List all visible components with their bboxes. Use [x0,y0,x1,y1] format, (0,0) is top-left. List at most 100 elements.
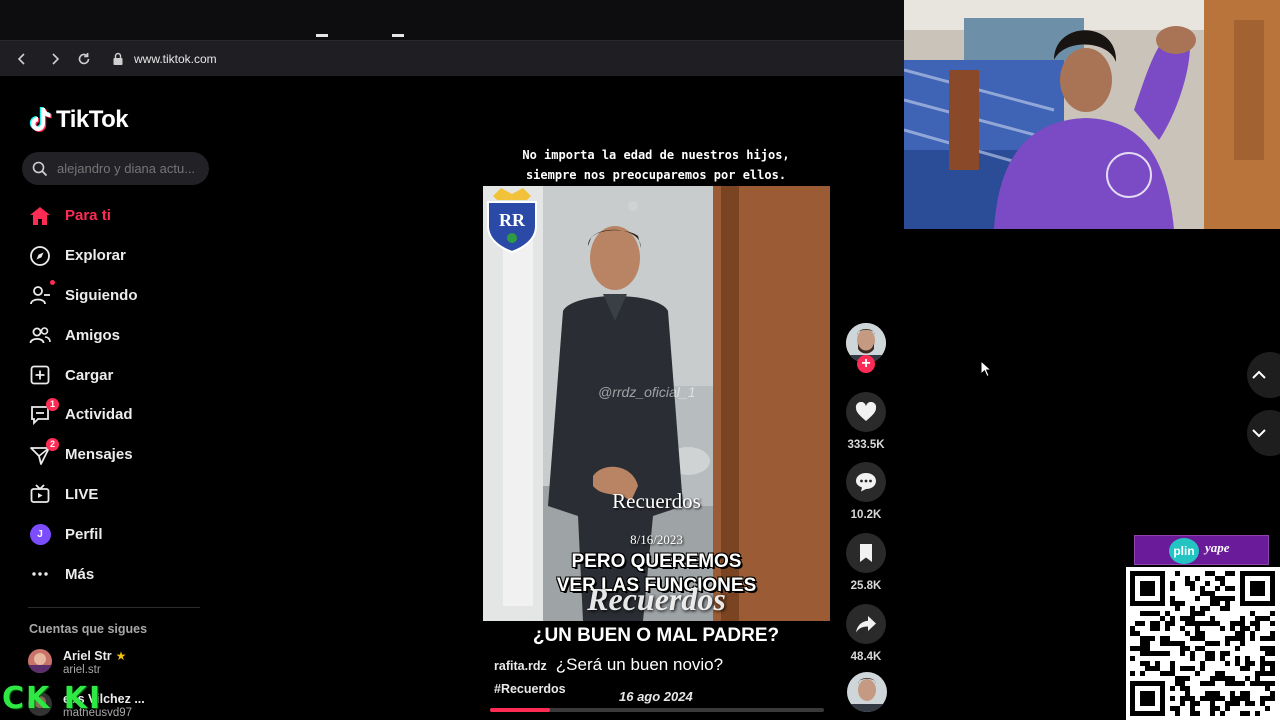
sidebar-item-label: Para ti [65,207,111,225]
sidebar-item-siguiendo[interactable]: Siguiendo [28,276,218,316]
video-progress-bar[interactable] [490,708,824,712]
tiktok-logo[interactable]: TikTok [28,104,129,136]
follow-creator-button[interactable]: + [857,355,875,373]
video-watermark: @rrdz_oficial_1 [598,384,696,400]
previous-video-button[interactable] [1247,352,1280,398]
following-handle: ariel.str [63,664,101,676]
sidebar-item-label: Explorar [65,247,126,265]
caption-line: No importa la edad de nuestros hijos, [522,148,790,162]
back-button[interactable] [13,50,31,68]
video-progress-fill [490,708,551,712]
following-name: Ariel Str [63,649,112,663]
video-top-caption: No importa la edad de nuestros hijos, si… [483,145,829,185]
sound-avatar[interactable] [847,672,887,712]
sidebar-item-mensajes[interactable]: 2 Mensajes [28,435,218,475]
chevron-up-icon [1252,370,1266,379]
search-box[interactable] [22,152,209,185]
video-player[interactable]: @rrdz_oficial_1 RR Recuerdos 8/16/2023 P… [483,186,830,621]
video-overlay-date: 8/16/2023 [630,532,683,547]
sidebar-menu: Para ti Explorar Siguiendo Amigos Cargar… [28,196,218,594]
share-button[interactable]: 48.4K [844,604,888,663]
video-hashtag[interactable]: #Recuerdos [494,682,566,696]
sidebar-item-cargar[interactable]: Cargar [28,355,218,395]
comment-icon [856,473,876,492]
forward-button[interactable] [46,50,64,68]
channel-crest-icon: RR [487,188,537,254]
chevron-down-icon [1252,429,1266,438]
comment-circle [846,462,886,502]
avatar [28,649,52,673]
tab-indicator [316,34,328,37]
lock-icon [113,52,123,65]
video-description: ¿Será un buen novio? [555,655,724,674]
sidebar-item-mas[interactable]: Más [28,554,218,594]
following-item[interactable]: Ariel Str ★ ariel.str [28,649,126,676]
video-meta: rafita.rdz ¿Será un buen novio? [494,655,723,675]
star-icon: ★ [115,649,127,663]
friends-icon [28,323,52,347]
like-count: 333.5K [847,439,885,451]
home-icon [28,204,52,228]
sidebar-item-label: Más [65,565,95,583]
sidebar-item-label: Siguiendo [65,286,138,304]
video-overlay-title: Recuerdos [612,489,701,513]
following-section-title: Cuentas que sigues [29,622,148,636]
comment-count: 10.2K [850,509,882,521]
like-button[interactable]: 333.5K [844,392,888,451]
yape-logo: yape [1205,540,1230,555]
sidebar-item-amigos[interactable]: Amigos [28,315,218,355]
search-icon [32,161,48,177]
tab-indicator [392,34,404,37]
next-video-button[interactable] [1247,410,1280,456]
video-title: ¿UN BUEN O MAL PADRE? [532,625,780,646]
url-text[interactable]: www.tiktok.com [134,52,217,66]
video-author[interactable]: rafita.rdz [494,659,547,673]
qr-code-pattern [1130,571,1275,716]
search-input[interactable] [57,152,203,185]
svg-text:RR: RR [499,210,526,230]
stream-overlay-text: CK KI [2,681,103,716]
browser-address-bar: www.tiktok.com [0,40,904,76]
messages-badge: 2 [46,437,59,451]
caption-line: siempre nos preocuparemos por ellos. [525,168,787,182]
comment-button[interactable]: 10.2K [844,462,888,521]
video-overlay-title-large: Recuerdos [587,581,726,617]
sidebar-item-para-ti[interactable]: Para ti [28,196,218,236]
chevron-left-icon [17,53,25,65]
sidebar-item-perfil[interactable]: J Perfil [28,514,218,554]
bookmark-icon [860,544,872,562]
save-button[interactable]: 25.8K [844,533,888,592]
plin-logo: plin [1169,538,1199,564]
tiktok-note-icon [29,107,52,132]
subtitle-line: PERO QUEREMOS [571,551,742,572]
mouse-cursor-icon [980,360,992,378]
heart-icon [855,402,877,421]
save-count: 25.8K [850,580,882,592]
sidebar-item-label: Perfil [65,525,103,543]
sidebar-item-label: LIVE [65,485,99,503]
reload-icon [78,53,90,65]
sidebar-item-label: Amigos [65,326,121,344]
upload-icon [28,363,52,387]
share-circle [846,604,886,644]
reload-button[interactable] [75,50,93,68]
logo-text: TikTok [56,106,129,133]
compass-icon [28,244,52,268]
chevron-right-icon [52,53,60,65]
activity-icon: 1 [28,397,59,427]
payment-banner: plin yape [1134,535,1269,565]
following-name-wrap: Ariel Str ★ [63,649,126,663]
sidebar-item-explorar[interactable]: Explorar [28,236,218,276]
sidebar-item-actividad[interactable]: 1 Actividad [28,395,218,435]
sidebar-item-live[interactable]: LIVE [28,475,218,515]
profile-avatar-wrap: J [28,522,52,546]
sidebar-item-label: Mensajes [65,446,133,464]
sidebar-item-label: Actividad [65,406,133,424]
activity-badge: 1 [46,397,59,411]
share-count: 48.4K [850,651,882,663]
webcam-overlay [904,0,1280,229]
messages-icon: 2 [28,437,59,467]
sidebar-item-label: Cargar [65,366,114,384]
save-circle [846,533,886,573]
sidebar-divider [28,607,200,608]
